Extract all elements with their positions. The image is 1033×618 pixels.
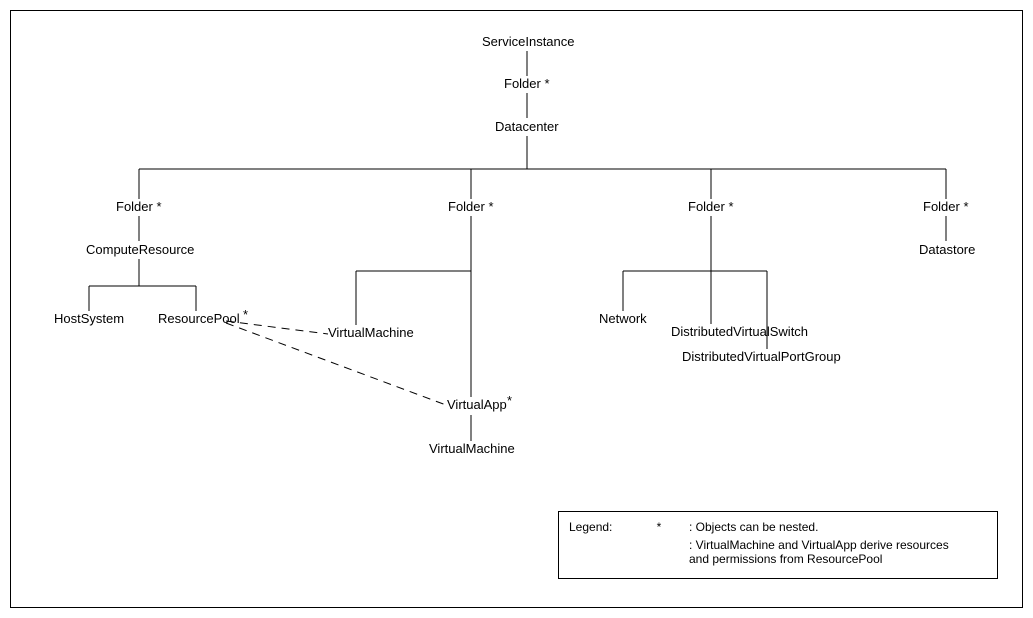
node-folder-storage: Folder * bbox=[923, 199, 969, 214]
legend-asterisk-symbol: * bbox=[629, 520, 689, 534]
node-resource-pool: ResourcePool bbox=[158, 311, 240, 326]
legend-asterisk-text: : Objects can be nested. bbox=[689, 520, 987, 534]
node-resource-pool-asterisk: * bbox=[243, 307, 248, 322]
node-compute-resource: ComputeResource bbox=[86, 242, 194, 257]
node-host-system: HostSystem bbox=[54, 311, 124, 326]
legend-box: Legend: * : Objects can be nested. : Vir… bbox=[558, 511, 998, 579]
node-distributed-virtual-port-group: DistributedVirtualPortGroup bbox=[682, 349, 841, 364]
node-virtual-app-asterisk: * bbox=[507, 393, 512, 408]
legend-title: Legend: bbox=[569, 520, 629, 534]
legend-dashed-text-1: : VirtualMachine and VirtualApp derive r… bbox=[689, 538, 987, 552]
node-datacenter: Datacenter bbox=[495, 119, 559, 134]
node-virtual-machine-2: VirtualMachine bbox=[429, 441, 515, 456]
node-network: Network bbox=[599, 311, 647, 326]
legend-dashed-text-2: and permissions from ResourcePool bbox=[689, 552, 987, 566]
node-folder-root: Folder * bbox=[504, 76, 550, 91]
node-service-instance: ServiceInstance bbox=[482, 34, 575, 49]
node-folder-compute: Folder * bbox=[116, 199, 162, 214]
node-virtual-app: VirtualApp bbox=[447, 397, 507, 412]
hierarchy-diagram: ServiceInstance Folder * Datacenter Fold… bbox=[10, 10, 1023, 608]
node-distributed-virtual-switch: DistributedVirtualSwitch bbox=[671, 324, 808, 339]
node-folder-network: Folder * bbox=[688, 199, 734, 214]
node-folder-vm: Folder * bbox=[448, 199, 494, 214]
node-datastore: Datastore bbox=[919, 242, 975, 257]
node-virtual-machine-1: VirtualMachine bbox=[328, 325, 414, 340]
